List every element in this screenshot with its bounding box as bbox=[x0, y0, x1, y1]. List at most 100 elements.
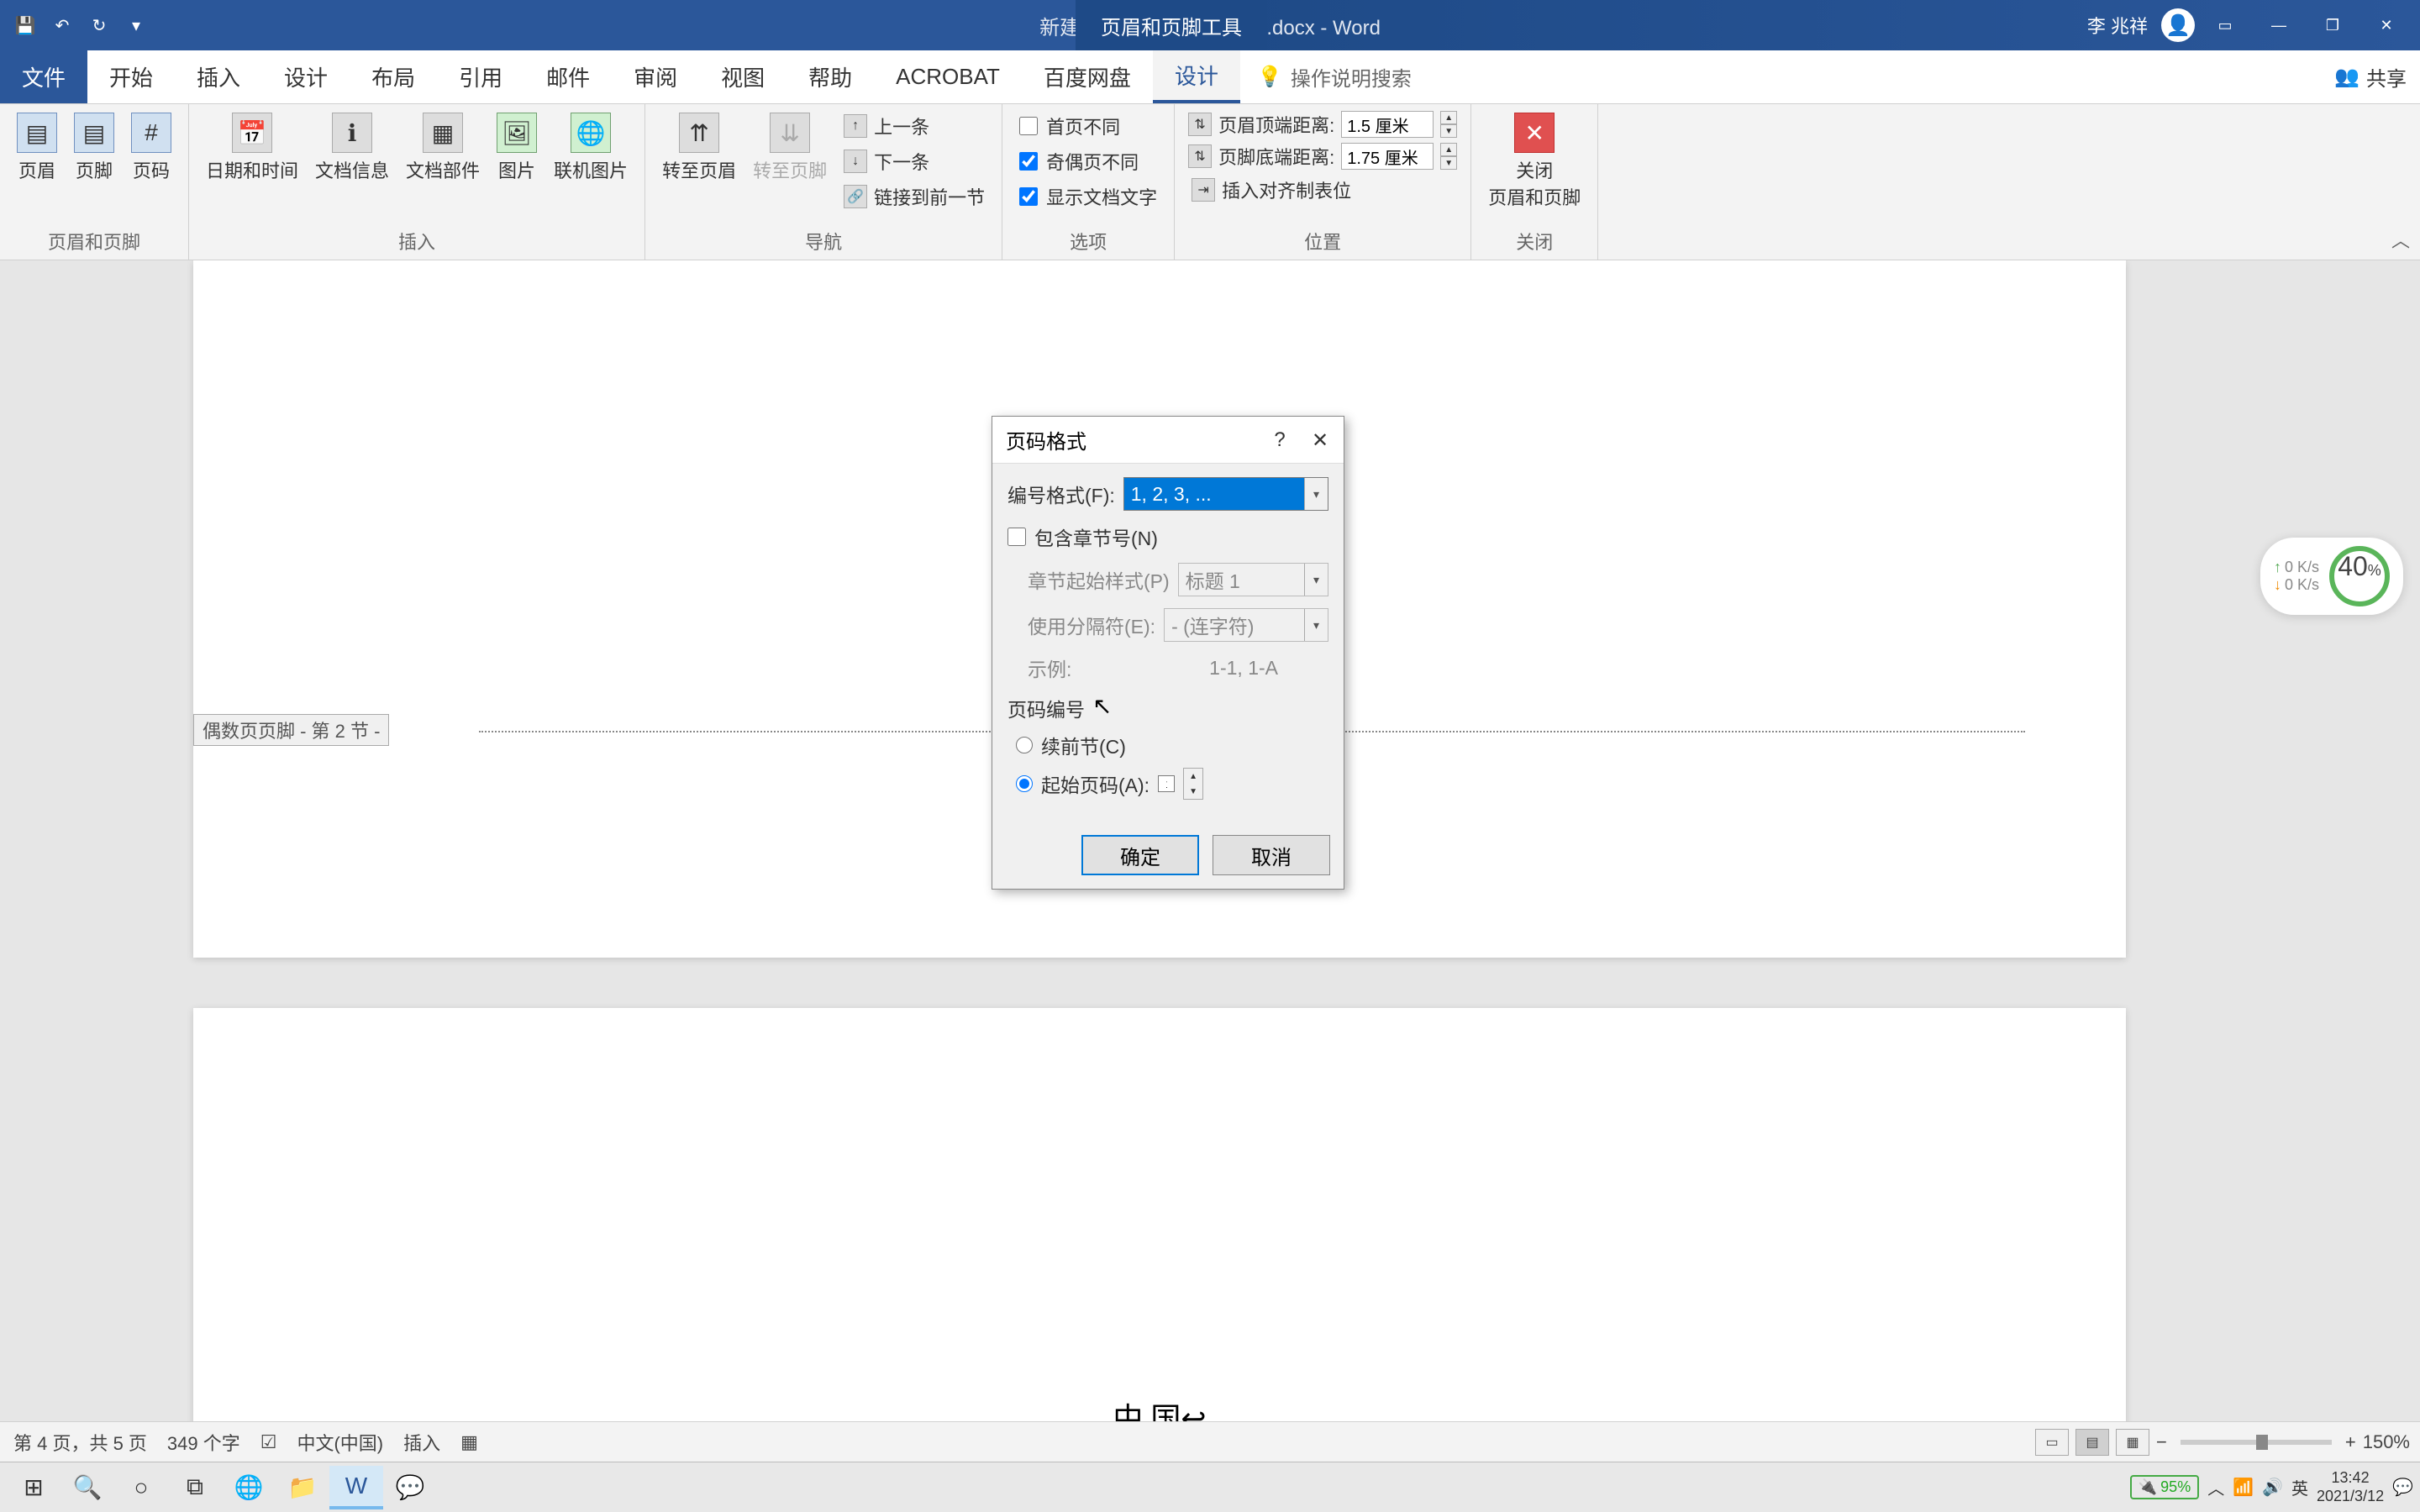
collapse-ribbon-icon[interactable]: ︿ bbox=[2391, 226, 2410, 253]
picture-button[interactable]: 🖼图片 bbox=[490, 109, 544, 186]
zoom-level[interactable]: 150% bbox=[2363, 1431, 2410, 1453]
save-icon[interactable]: 💾 bbox=[10, 10, 40, 40]
cortana-icon[interactable]: ○ bbox=[114, 1466, 168, 1509]
read-mode-icon[interactable]: ▭ bbox=[2035, 1429, 2069, 1456]
windows-taskbar: ⊞ 🔍 ○ ⧉ 🌐 📁 W 💬 🔌95% ︿ 📶 🔊 英 13:42 2021/… bbox=[0, 1462, 2420, 1512]
zoom-out-icon[interactable]: − bbox=[2156, 1431, 2167, 1453]
zoom-slider[interactable] bbox=[2181, 1440, 2332, 1445]
datetime-button[interactable]: 📅日期和时间 bbox=[199, 109, 305, 186]
zoom-in-icon[interactable]: + bbox=[2345, 1431, 2356, 1453]
next-icon: ↓ bbox=[844, 150, 867, 173]
word-app-icon[interactable]: W bbox=[329, 1466, 383, 1509]
tell-me-label: 操作说明搜索 bbox=[1291, 62, 1412, 92]
tab-design[interactable]: 设计 bbox=[262, 50, 350, 103]
tab-acrobat[interactable]: ACROBAT bbox=[874, 50, 1022, 103]
tab-references[interactable]: 引用 bbox=[437, 50, 524, 103]
notifications-icon[interactable]: 💬 bbox=[2392, 1477, 2413, 1498]
battery-indicator[interactable]: 🔌95% bbox=[2130, 1475, 2199, 1499]
tell-me-search[interactable]: 💡 操作说明搜索 bbox=[1240, 50, 1428, 103]
start-at-input[interactable] bbox=[1158, 775, 1175, 792]
spin-up-icon[interactable]: ▲ bbox=[1440, 111, 1457, 124]
spin-down-icon[interactable]: ▼ bbox=[1184, 784, 1202, 799]
maximize-icon[interactable]: ❐ bbox=[2309, 8, 2356, 42]
header-top-distance[interactable]: ⇅页眉顶端距离:▲▼ bbox=[1185, 109, 1460, 139]
start-button[interactable]: ⊞ bbox=[7, 1466, 60, 1509]
close-window-icon[interactable]: ✕ bbox=[2363, 8, 2410, 42]
tab-review[interactable]: 审阅 bbox=[612, 50, 699, 103]
odd-even-diff-checkbox[interactable]: 奇偶页不同 bbox=[1013, 144, 1164, 178]
insert-mode[interactable]: 插入 bbox=[403, 1429, 440, 1456]
tab-insert[interactable]: 插入 bbox=[175, 50, 262, 103]
tab-layout[interactable]: 布局 bbox=[350, 50, 437, 103]
wifi-icon[interactable]: 📶 bbox=[2233, 1477, 2254, 1498]
spell-check-icon[interactable]: ☑ bbox=[260, 1431, 277, 1453]
start-at-radio[interactable]: 起始页码(A): ▲▼ bbox=[1007, 768, 1328, 800]
include-chapter-checkbox[interactable]: 包含章节号(N) bbox=[1007, 522, 1328, 551]
header-top-input[interactable] bbox=[1341, 111, 1434, 138]
share-button[interactable]: 👥 共享 bbox=[2334, 50, 2407, 103]
spin-down-icon[interactable]: ▼ bbox=[1440, 124, 1457, 138]
dialog-help-icon[interactable]: ? bbox=[1260, 420, 1300, 460]
language-indicator[interactable]: 中文(中国) bbox=[297, 1429, 383, 1456]
online-picture-icon: 🌐 bbox=[571, 113, 611, 153]
ok-button[interactable]: 确定 bbox=[1081, 835, 1199, 875]
browser-icon[interactable]: 🌐 bbox=[222, 1466, 276, 1509]
tab-view[interactable]: 视图 bbox=[699, 50, 786, 103]
dropdown-arrow-icon[interactable]: ▾ bbox=[1304, 478, 1328, 510]
next-section-button[interactable]: ↓下一条 bbox=[837, 144, 992, 178]
header-button[interactable]: ▤页眉 bbox=[10, 109, 64, 186]
footer-button[interactable]: ▤页脚 bbox=[67, 109, 121, 186]
goto-footer-button[interactable]: ⇊转至页脚 bbox=[746, 109, 834, 186]
tray-chevron-icon[interactable]: ︿ bbox=[2207, 1475, 2224, 1499]
dialog-close-icon[interactable]: ✕ bbox=[1300, 420, 1340, 460]
qat-dropdown-icon[interactable]: ▾ bbox=[121, 10, 151, 40]
macro-icon[interactable]: ▦ bbox=[460, 1431, 478, 1453]
tab-home[interactable]: 开始 bbox=[87, 50, 175, 103]
continue-prev-radio[interactable]: 续前节(C) bbox=[1007, 731, 1328, 759]
user-avatar-icon[interactable]: 👤 bbox=[2161, 8, 2195, 42]
cancel-button[interactable]: 取消 bbox=[1213, 835, 1330, 875]
goto-header-button[interactable]: ⇈转至页眉 bbox=[655, 109, 743, 186]
page-indicator[interactable]: 第 4 页，共 5 页 bbox=[13, 1429, 147, 1456]
show-doc-text-checkbox[interactable]: 显示文档文字 bbox=[1013, 180, 1164, 213]
spin-up-icon[interactable]: ▲ bbox=[1184, 769, 1202, 784]
footer-section-label: 偶数页页脚 - 第 2 节 - bbox=[193, 714, 389, 746]
print-layout-icon[interactable]: ▤ bbox=[2075, 1429, 2109, 1456]
docinfo-button[interactable]: ℹ文档信息 bbox=[308, 109, 396, 186]
pagenum-button[interactable]: #页码 bbox=[124, 109, 178, 186]
prev-section-button[interactable]: ↑上一条 bbox=[837, 109, 992, 143]
link-prev-button[interactable]: 🔗链接到前一节 bbox=[837, 180, 992, 213]
minimize-icon[interactable]: ― bbox=[2255, 8, 2302, 42]
web-layout-icon[interactable]: ▦ bbox=[2116, 1429, 2149, 1456]
tab-help[interactable]: 帮助 bbox=[786, 50, 874, 103]
group-options-label: 选项 bbox=[1013, 223, 1164, 260]
wechat-icon[interactable]: 💬 bbox=[383, 1466, 437, 1509]
spin-down-icon[interactable]: ▼ bbox=[1440, 156, 1457, 170]
ribbon-display-icon[interactable]: ▭ bbox=[2202, 8, 2249, 42]
redo-icon[interactable]: ↻ bbox=[84, 10, 114, 40]
tab-hf-design[interactable]: 设计 bbox=[1153, 50, 1240, 103]
dialog-titlebar[interactable]: 页码格式 ? ✕ bbox=[992, 417, 1344, 464]
footer-bottom-distance[interactable]: ⇅页脚底端距离:▲▼ bbox=[1185, 141, 1460, 171]
footer-bottom-input[interactable] bbox=[1341, 143, 1434, 170]
tab-baidu[interactable]: 百度网盘 bbox=[1022, 50, 1153, 103]
search-icon[interactable]: 🔍 bbox=[60, 1466, 114, 1509]
undo-icon[interactable]: ↶ bbox=[47, 10, 77, 40]
spin-up-icon[interactable]: ▲ bbox=[1440, 143, 1457, 156]
tab-file[interactable]: 文件 bbox=[0, 50, 87, 103]
network-speed-widget[interactable]: ↑0 K/s ↓0 K/s 40% bbox=[2260, 538, 2403, 615]
first-page-diff-checkbox[interactable]: 首页不同 bbox=[1013, 109, 1164, 143]
explorer-icon[interactable]: 📁 bbox=[276, 1466, 329, 1509]
online-picture-button[interactable]: 🌐联机图片 bbox=[547, 109, 634, 186]
volume-icon[interactable]: 🔊 bbox=[2262, 1477, 2283, 1498]
clock[interactable]: 13:42 2021/3/12 bbox=[2317, 1469, 2384, 1505]
insert-align-tab-button[interactable]: ⇥插入对齐制表位 bbox=[1185, 173, 1460, 207]
tab-mailings[interactable]: 邮件 bbox=[524, 50, 612, 103]
number-format-select[interactable]: 1, 2, 3, ... ▾ bbox=[1123, 477, 1328, 511]
word-count[interactable]: 349 个字 bbox=[167, 1429, 240, 1456]
datetime-icon: 📅 bbox=[232, 113, 272, 153]
docparts-button[interactable]: ▦文档部件 bbox=[399, 109, 487, 186]
close-hf-button[interactable]: ✕关闭 页眉和页脚 bbox=[1481, 109, 1587, 213]
task-view-icon[interactable]: ⧉ bbox=[168, 1466, 222, 1509]
ime-indicator[interactable]: 英 bbox=[2291, 1475, 2308, 1499]
